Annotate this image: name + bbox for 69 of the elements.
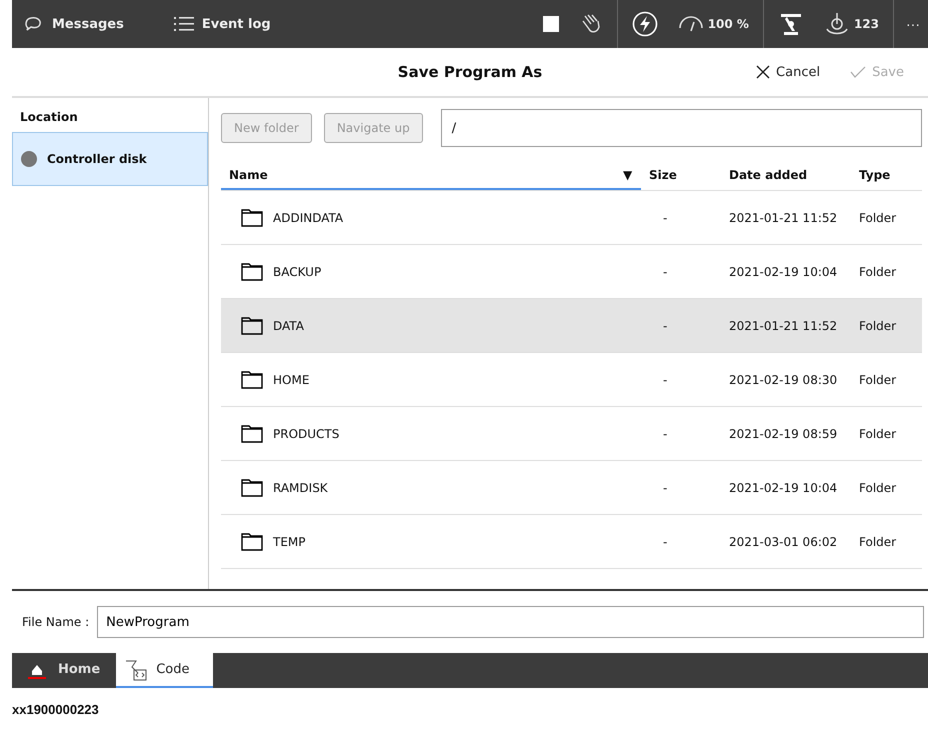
table-row[interactable]: HOME - 2021-02-19 08:30 Folder bbox=[221, 353, 922, 407]
top-bar-button[interactable]: Messages bbox=[12, 0, 136, 48]
file-name: DATA bbox=[273, 318, 304, 332]
table-cell-text: 2021-01-21 11:52 bbox=[728, 210, 838, 224]
folder-icon bbox=[241, 262, 263, 280]
table-cell-text: Folder bbox=[858, 210, 898, 224]
figure-caption: xx1900000223 bbox=[12, 701, 100, 717]
table-cell-text: Folder bbox=[858, 372, 898, 386]
disk-icon bbox=[21, 151, 37, 167]
table-cell-text: 2021-01-21 11:52 bbox=[728, 318, 838, 332]
table-cell-text: 2021-02-19 08:59 bbox=[728, 426, 838, 440]
table-cell-text: 2021-02-19 10:04 bbox=[728, 480, 838, 494]
table-cell-text: - bbox=[662, 372, 668, 386]
table-cell-text: Folder bbox=[858, 264, 898, 278]
file-name: ADDINDATA bbox=[273, 210, 344, 224]
column-header[interactable]: Size bbox=[641, 168, 721, 190]
file-name: BACKUP bbox=[273, 264, 322, 278]
column-header[interactable]: Type bbox=[851, 168, 922, 190]
table-cell-text: - bbox=[662, 480, 668, 494]
sidebar-heading: Location bbox=[19, 109, 79, 126]
folder-icon bbox=[241, 532, 263, 550]
list-icon bbox=[174, 16, 194, 32]
file-name: PRODUCTS bbox=[273, 426, 340, 440]
taskbar-tab[interactable]: Code bbox=[116, 653, 214, 688]
dialog-title: Save Program As bbox=[398, 63, 542, 81]
code-icon bbox=[124, 658, 148, 680]
table-cell-text: Folder bbox=[858, 318, 898, 332]
more-button[interactable]: ··· bbox=[898, 0, 928, 48]
table-cell-text: 2021-02-19 10:04 bbox=[728, 264, 838, 278]
path-field[interactable]: / bbox=[440, 109, 922, 147]
folder-icon bbox=[241, 424, 263, 442]
taskbar-tab[interactable]: Home bbox=[12, 653, 116, 688]
folder-icon bbox=[241, 478, 263, 496]
table-cell-text: - bbox=[662, 318, 668, 332]
file-name-field[interactable]: NewProgram bbox=[97, 606, 924, 638]
folder-icon bbox=[241, 316, 263, 334]
table-cell-text: - bbox=[662, 210, 668, 224]
table-row[interactable]: PRODUCTS - 2021-02-19 08:59 Folder bbox=[221, 407, 922, 461]
speed-value: 100 % bbox=[708, 17, 749, 31]
speedometer-icon[interactable] bbox=[678, 14, 704, 34]
folder-icon bbox=[241, 208, 263, 226]
file-name: HOME bbox=[273, 372, 310, 386]
table-row[interactable]: RAMDISK - 2021-02-19 10:04 Folder bbox=[221, 461, 922, 515]
close-icon bbox=[756, 65, 770, 79]
table-cell-text: 2021-03-01 06:02 bbox=[728, 534, 838, 548]
table-cell-text: - bbox=[662, 534, 668, 548]
table-row[interactable]: TEMP - 2021-03-01 06:02 Folder bbox=[221, 515, 922, 569]
tool-number: 123 bbox=[854, 17, 879, 31]
table-cell-text: Folder bbox=[858, 534, 898, 548]
table-row[interactable]: ADDINDATA - 2021-01-21 11:52 Folder bbox=[221, 191, 922, 245]
table-cell-text: - bbox=[662, 264, 668, 278]
sort-indicator: ▼ bbox=[623, 168, 632, 182]
chat-icon bbox=[24, 15, 44, 33]
table-cell-text: Folder bbox=[858, 480, 898, 494]
dialog-action-button[interactable]: Cancel bbox=[750, 64, 826, 80]
file-name-label: File Name : bbox=[22, 615, 90, 629]
stop-icon[interactable] bbox=[542, 16, 559, 32]
checkmark-icon bbox=[850, 66, 866, 78]
table-row[interactable]: DATA - 2021-01-21 11:52 Folder bbox=[221, 299, 922, 353]
table-cell-text: - bbox=[662, 426, 668, 440]
file-name: RAMDISK bbox=[273, 480, 328, 494]
folder-icon bbox=[241, 370, 263, 388]
location-item[interactable]: Controller disk bbox=[12, 132, 208, 186]
table-cell-text: Folder bbox=[858, 426, 898, 440]
top-bar-button[interactable]: Event log bbox=[162, 0, 283, 48]
file-name: TEMP bbox=[273, 534, 306, 548]
table-cell-text: 2021-02-19 08:30 bbox=[728, 372, 838, 386]
lightning-icon[interactable] bbox=[632, 11, 658, 37]
column-header[interactable]: Date added bbox=[721, 168, 851, 190]
